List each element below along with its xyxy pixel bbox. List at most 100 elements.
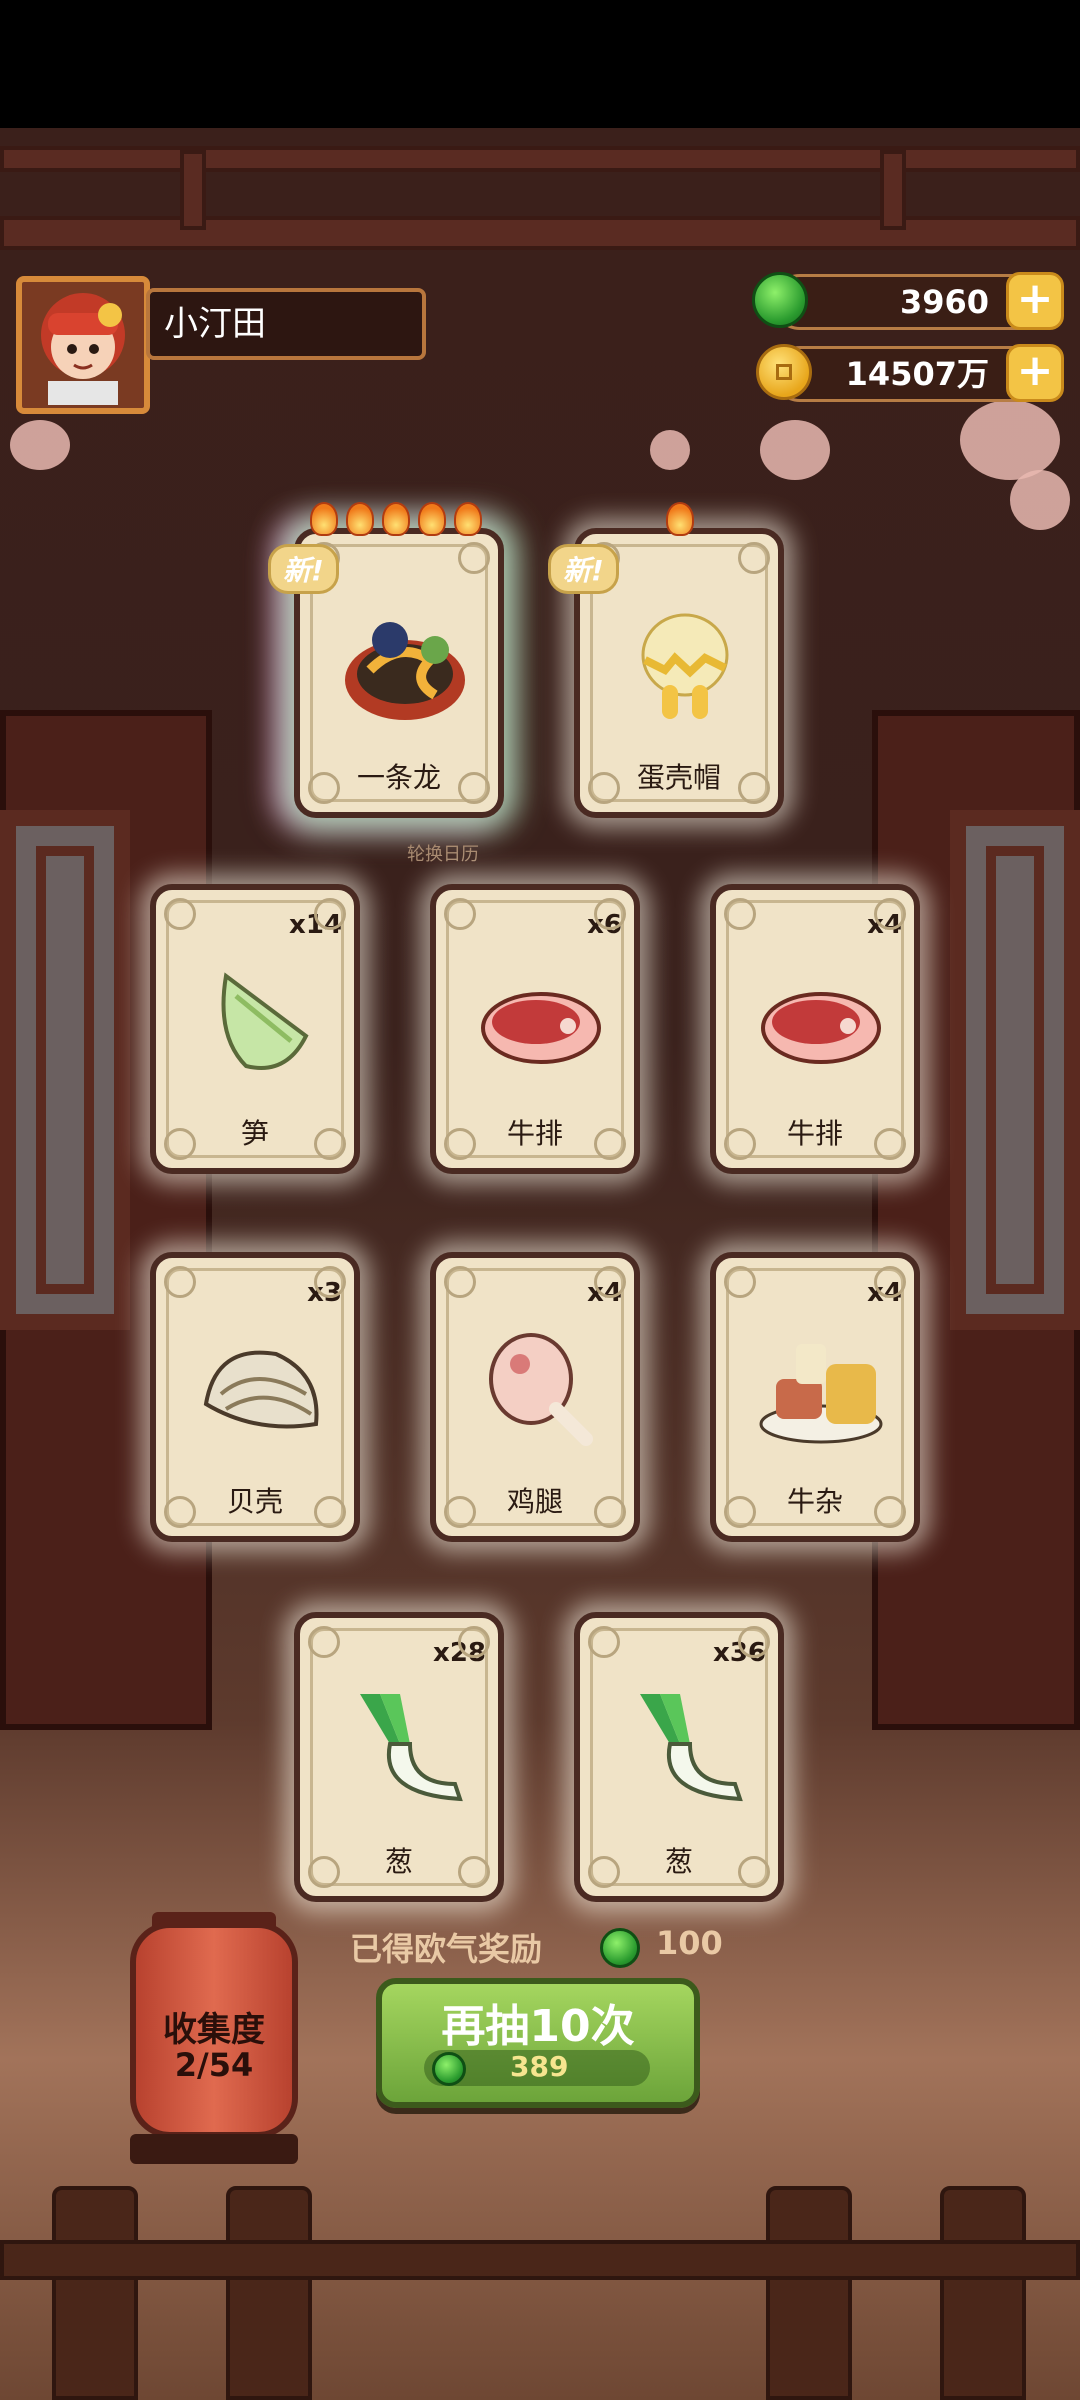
card-corner-ornament [458,1856,490,1888]
fence-post [52,2186,138,2400]
card-corner-ornament [724,1496,756,1528]
coin-icon [756,344,812,400]
jade-icon [432,2052,466,2086]
card-corner-ornament [314,1266,346,1298]
eggshell-hat-icon [641,613,729,719]
card-corner-ornament [724,898,756,930]
card-corner-ornament [738,1626,770,1658]
scallion-icon [640,1694,743,1802]
reward-label: 已得欧气奖励 [350,1930,543,1968]
blossom-decoration [1010,470,1070,530]
calendar-sign: 轮换日历 [407,844,479,865]
jade-icon [600,1928,640,1968]
card-beef-offal[interactable]: x4 牛杂 [710,1252,920,1542]
player-name: 小汀田 [146,288,426,360]
card-corner-ornament [594,1266,626,1298]
blossom-decoration [760,420,830,480]
card-steak[interactable]: x4 牛排 [710,884,920,1174]
card-corner-ornament [314,1496,346,1528]
fence-post [940,2186,1026,2400]
flame-icon [346,502,374,536]
roof-beam [0,146,1080,172]
card-corner-ornament [588,772,620,804]
card-corner-ornament [308,1856,340,1888]
jade-balance-value: 3960 [899,283,989,321]
collection-title: 收集度 [163,2010,265,2050]
card-drumstick[interactable]: x4 鸡腿 [430,1252,640,1542]
fence-post [766,2186,852,2400]
card-corner-ornament [314,1128,346,1160]
card-corner-ornament [308,1626,340,1658]
roof-post [180,150,206,230]
card-steak[interactable]: x6 牛排 [430,884,640,1174]
card-corner-ornament [738,772,770,804]
reward-value: 100 [656,1924,723,1962]
card-bamboo-shoot[interactable]: x14 笋 [150,884,360,1174]
new-badge: 新! [268,544,339,594]
card-corner-ornament [164,1496,196,1528]
player-avatar[interactable] [16,276,150,414]
card-corner-ornament [444,1128,476,1160]
card-corner-ornament [308,772,340,804]
card-scallion[interactable]: x28 葱 [294,1612,504,1902]
flame-icon [310,502,338,536]
blossom-decoration [10,420,70,470]
avatar-portrait-icon [41,293,125,405]
steak-icon [761,992,881,1064]
card-corner-ornament [874,1266,906,1298]
blossom-decoration [960,400,1060,480]
card-corner-ornament [444,1496,476,1528]
lantern-stand [130,2134,298,2164]
card-shell[interactable]: x3 贝壳 [150,1252,360,1542]
flame-icon [382,502,410,536]
card-corner-ornament [874,1128,906,1160]
new-badge: 新! [548,544,619,594]
card-corner-ornament [458,772,490,804]
beef-offal-icon [759,1344,883,1444]
card-scallion[interactable]: x36 葱 [574,1612,784,1902]
card-corner-ornament [588,1856,620,1888]
card-corner-ornament [738,1856,770,1888]
fence-rail [0,2240,1080,2280]
card-corner-ornament [594,1496,626,1528]
card-corner-ornament [874,898,906,930]
card-corner-ornament [594,898,626,930]
scallion-icon [360,1694,463,1802]
status-bar [0,0,1080,128]
roof-beam [0,216,1080,250]
card-corner-ornament [164,1128,196,1160]
blossom-decoration [650,430,690,470]
card-corner-ornament [588,1626,620,1658]
card-corner-ornament [164,1266,196,1298]
jade-icon [752,272,808,328]
card-corner-ornament [738,542,770,574]
dragon-dish-icon [345,622,465,720]
flame-icon [454,502,482,536]
card-corner-ornament [594,1128,626,1160]
flame-icon [418,502,446,536]
right-window [950,810,1080,1330]
flame-icon [666,502,694,536]
draw-cost: 389 [510,2050,569,2083]
card-corner-ornament [444,1266,476,1298]
fence-post [226,2186,312,2400]
roof-post [880,150,906,230]
bamboo-shoot-icon [221,972,309,1070]
card-corner-ornament [164,898,196,930]
add-coins-button[interactable]: + [1006,344,1064,402]
coin-balance-value: 14507万 [845,355,989,393]
left-window [0,810,130,1330]
add-jade-button[interactable]: + [1006,272,1064,330]
draw-again-label: 再抽10次 [441,2001,635,2052]
collection-value: 2/54 [174,2046,254,2084]
shell-icon [203,1350,319,1429]
card-corner-ornament [724,1266,756,1298]
drumstick-icon [489,1333,593,1446]
card-corner-ornament [874,1496,906,1528]
card-corner-ornament [458,542,490,574]
card-corner-ornament [724,1128,756,1160]
steak-icon [481,992,601,1064]
card-corner-ornament [314,898,346,930]
card-corner-ornament [444,898,476,930]
card-corner-ornament [458,1626,490,1658]
